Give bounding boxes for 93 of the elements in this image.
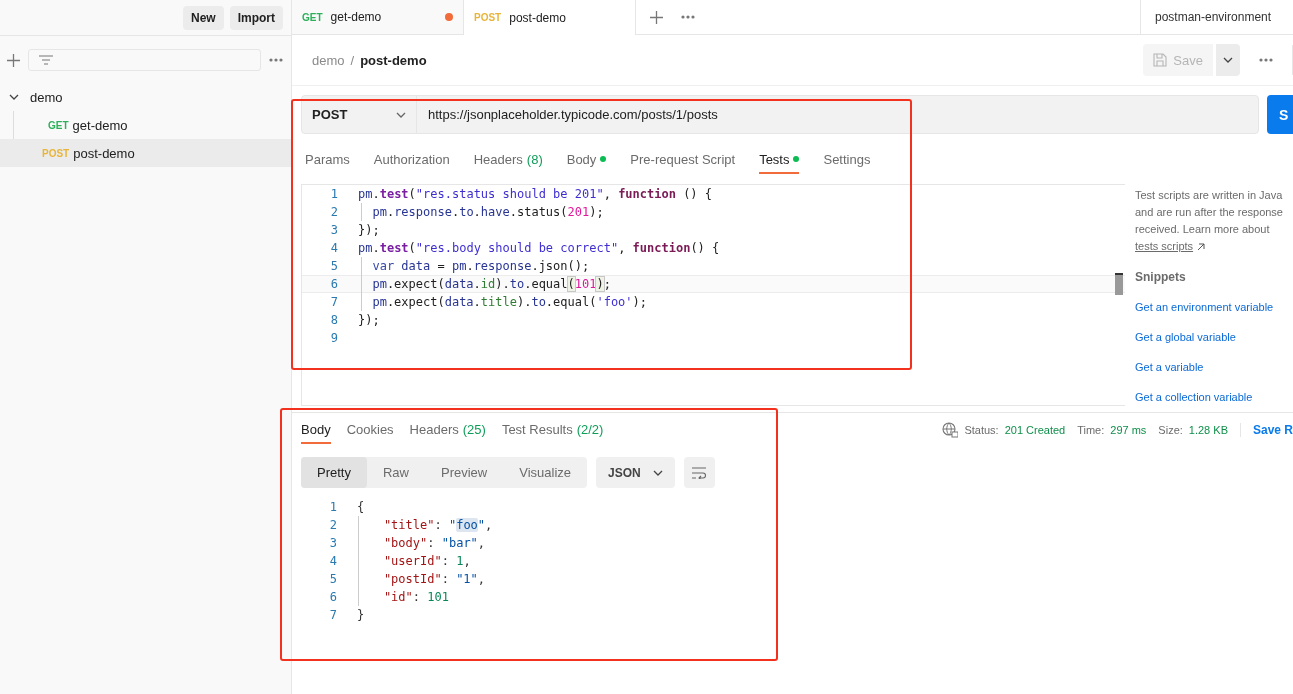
code-line: "userId": 1, <box>358 552 471 570</box>
line-number: 6 <box>328 590 337 604</box>
line-number: 5 <box>329 259 338 273</box>
line-number: 6 <box>329 277 338 291</box>
save-options-button[interactable] <box>1216 44 1240 76</box>
code-line: "title": "foo", <box>358 516 493 534</box>
method-label: GET <box>48 119 69 131</box>
view-option[interactable]: Visualize <box>503 457 588 488</box>
line-number: 5 <box>328 572 337 586</box>
status-value: 1.28 KB <box>1188 424 1228 436</box>
code-line: }); <box>358 313 380 327</box>
line-number: 2 <box>328 518 337 532</box>
request-section-tab[interactable]: Pre-request Script <box>630 146 736 174</box>
sidebar-button[interactable]: Import <box>229 5 283 30</box>
wrap-icon <box>691 466 708 479</box>
request-tab[interactable]: GET get-demo <box>292 0 464 34</box>
plus-icon <box>650 10 663 24</box>
method-label: POST <box>474 12 502 23</box>
view-option[interactable]: Pretty <box>301 457 367 488</box>
more-button[interactable] <box>1259 58 1273 62</box>
filter-icon <box>39 54 53 66</box>
request-title: post-demo <box>360 52 427 68</box>
globe-icon <box>942 422 959 438</box>
response-tab[interactable]: Headers (25) <box>409 416 486 444</box>
chevron-icon <box>9 94 19 100</box>
code-line: { <box>357 500 365 514</box>
line-number: 2 <box>329 205 338 219</box>
scrollbar-thumb[interactable] <box>1115 273 1123 295</box>
code-line: pm.expect(data.title).to.equal('foo'); <box>361 293 647 311</box>
status-label: Status: <box>964 424 999 436</box>
request-section-tab[interactable]: Body <box>566 146 607 174</box>
response-tab[interactable]: Test Results (2/2) <box>501 416 604 444</box>
line-number: 1 <box>328 500 337 514</box>
more-icon <box>269 58 283 62</box>
code-line: pm.test("res.status should be 201", function () { <box>358 187 713 201</box>
request-section-tab[interactable]: Params <box>305 146 350 174</box>
code-line: "id": 101 <box>358 588 449 606</box>
breadcrumb-link[interactable]: demo <box>312 52 345 68</box>
request-item[interactable]: POST post-demo <box>0 139 291 167</box>
breadcrumb-separator: / <box>350 52 355 68</box>
more-icon <box>1259 58 1273 62</box>
collection-item[interactable]: demo <box>0 83 291 111</box>
response-tab[interactable]: Body <box>301 416 331 444</box>
line-number: 9 <box>329 331 338 345</box>
code-line: pm.test("res.body should be correct", function() { <box>358 241 720 255</box>
send-button[interactable]: S <box>1267 95 1293 134</box>
wrap-button[interactable] <box>683 457 715 488</box>
code-line: } <box>357 608 365 622</box>
request-tab[interactable]: POST post-demo <box>464 0 636 35</box>
line-number: 7 <box>329 295 338 309</box>
more-icon <box>681 15 695 19</box>
save-icon <box>1153 53 1168 67</box>
caret-icon <box>652 469 663 476</box>
sidebar-button[interactable]: New <box>182 5 224 30</box>
code-line: "body": "bar", <box>358 534 486 552</box>
code-line: pm.response.to.have.status(201); <box>361 203 604 221</box>
status-value: 297 ms <box>1110 424 1147 436</box>
line-number: 3 <box>329 223 338 237</box>
snippet-link[interactable]: Get a global variable <box>1135 329 1293 346</box>
line-number: 7 <box>328 608 337 622</box>
request-section-tab[interactable]: Tests <box>759 146 800 174</box>
snippet-link[interactable]: Get a collection variable <box>1135 389 1293 406</box>
status-label: Time: <box>1077 424 1105 436</box>
snippets-heading: Snippets <box>1135 269 1187 286</box>
line-number: 4 <box>329 241 338 255</box>
request-section-tab[interactable]: Headers (8) <box>473 146 543 174</box>
method-label: GET <box>302 11 323 23</box>
snippet-link[interactable]: Get an environment variable <box>1135 299 1293 316</box>
status-value: 201 Created <box>1004 424 1066 436</box>
external-link-icon <box>1197 242 1206 251</box>
view-option[interactable]: Raw <box>366 457 425 488</box>
request-item[interactable]: GET get-demo <box>0 111 291 139</box>
code-line: "postId": "1", <box>358 570 486 588</box>
plus-icon <box>7 53 20 67</box>
response-tab[interactable]: Cookies <box>346 416 394 444</box>
line-number: 4 <box>328 554 337 568</box>
filter-field[interactable] <box>28 49 261 71</box>
format-dropdown[interactable]: JSON <box>596 457 675 488</box>
line-number: 1 <box>329 187 338 201</box>
docs-link[interactable]: tests scripts <box>1135 238 1206 255</box>
status-label: Size: <box>1158 424 1183 436</box>
line-number: 3 <box>328 536 337 550</box>
snippet-link[interactable]: Get a variable <box>1135 359 1293 376</box>
environment-selector[interactable]: postman-environment <box>1140 0 1293 34</box>
code-line: }); <box>358 223 380 237</box>
line-number: 8 <box>329 313 338 327</box>
caret-icon <box>1223 57 1233 63</box>
method-label: POST <box>42 147 70 159</box>
request-section-tab[interactable]: Settings <box>823 146 871 174</box>
save-response-link[interactable]: Save R <box>1239 423 1293 437</box>
request-section-tab[interactable]: Authorization <box>373 146 450 174</box>
script-editor[interactable] <box>301 184 1125 406</box>
view-option[interactable]: Preview <box>425 457 504 488</box>
